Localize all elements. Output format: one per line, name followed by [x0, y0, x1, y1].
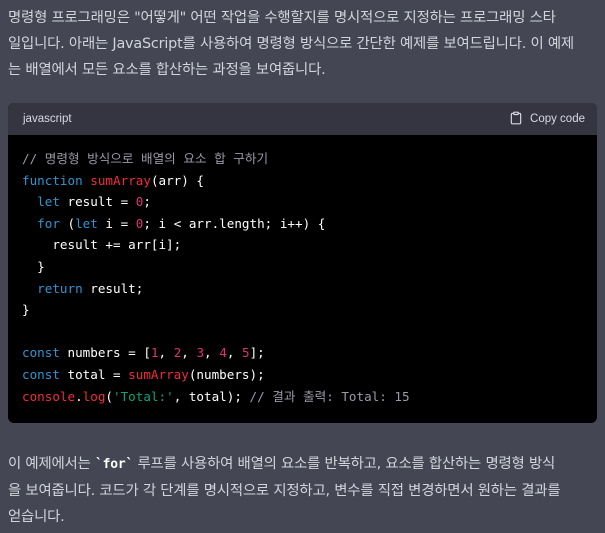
code-token: , total);	[173, 388, 250, 404]
code-line: result += arr[i];	[22, 234, 583, 256]
code-line: let result = 0;	[22, 191, 583, 213]
code-token: // 결과 출력: Total: 15	[249, 388, 410, 404]
outro-line-3: 얻습니다.	[8, 509, 65, 526]
code-token: function	[22, 172, 83, 188]
code-token: numbers = [	[59, 345, 151, 361]
code-token: 1	[150, 345, 159, 361]
copy-code-button[interactable]: Copy code	[509, 111, 585, 128]
message-content: 명령형 프로그래밍은 "어떻게" 어떤 작업을 수행할지를 명시적으로 지정하는…	[0, 0, 605, 530]
code-token: }	[22, 258, 45, 274]
outro-paragraph: 이 예제에서는 `for` 루프를 사용하여 배열의 요소를 반복하고, 요소를…	[8, 451, 597, 530]
code-token: result =	[59, 194, 136, 210]
code-line: for (let i = 0; i < arr.length; i++) {	[22, 213, 583, 235]
outro-line-2: 을 보여줍니다. 코드가 각 단계를 명시적으로 지정하고, 변수를 직접 변경…	[8, 483, 561, 500]
code-token: ,	[226, 345, 242, 361]
code-token: sumArray	[90, 172, 151, 188]
code-token: ,	[181, 345, 197, 361]
code-token: ];	[249, 345, 265, 361]
code-line: return result;	[22, 278, 583, 300]
code-line: console.log('Total:', total); // 결과 출력: …	[22, 386, 583, 408]
code-token: 4	[219, 345, 227, 361]
outro-line-1-pre: 이 예제에서는	[8, 456, 95, 473]
code-line: const numbers = [1, 2, 3, 4, 5];	[22, 342, 583, 364]
intro-line-1: 명령형 프로그래밍은 "어떻게" 어떤 작업을 수행할지를 명시적으로 지정하는…	[8, 10, 556, 26]
code-language-label: javascript	[23, 113, 72, 125]
code-token: ,	[158, 345, 174, 361]
copy-code-label: Copy code	[530, 113, 585, 125]
code-token: (arr) {	[150, 172, 205, 188]
intro-paragraph: 명령형 프로그래밍은 "어떻게" 어떤 작업을 수행할지를 명시적으로 지정하는…	[8, 5, 597, 83]
code-token: const	[22, 345, 60, 361]
intro-line-2: 일입니다. 아래는 JavaScript를 사용하여 명령형 방식으로 간단한 …	[8, 36, 574, 52]
code-token: 'Total:'	[113, 388, 174, 404]
code-token: (	[105, 388, 114, 404]
code-token: ,	[204, 345, 220, 361]
code-line: function sumArray(arr) {	[22, 170, 583, 192]
code-token: 3	[196, 345, 205, 361]
code-block: javascript Copy code // 명령형 방식으로 배열의 요소 …	[8, 103, 597, 424]
code-token: const	[22, 366, 60, 382]
code-token: result += arr[i];	[22, 237, 182, 253]
code-token: (numbers);	[188, 366, 265, 382]
inline-code-for: `for`	[95, 457, 134, 473]
code-token: // 명령형 방식으로 배열의 요소 합 구하기	[22, 151, 269, 166]
code-line: }	[22, 256, 583, 278]
code-token: return	[37, 280, 83, 296]
code-token: result;	[82, 280, 144, 296]
code-token: ; i < arr.length; i++) {	[143, 215, 326, 231]
code-token: sumArray	[128, 366, 189, 382]
code-token: let	[75, 215, 98, 231]
code-token: log	[82, 388, 106, 404]
code-line: }	[22, 299, 583, 321]
code-body: // 명령형 방식으로 배열의 요소 합 구하기 function sumArra…	[8, 135, 597, 423]
code-token: }	[22, 302, 30, 318]
code-token: (	[59, 215, 76, 231]
code-line: // 명령형 방식으로 배열의 요소 합 구하기	[22, 148, 583, 170]
intro-line-3: 는 배열에서 모든 요소를 합산하는 과정을 보여줍니다.	[8, 62, 326, 78]
code-token: ;	[143, 194, 151, 210]
code-token: console	[22, 388, 76, 404]
code-line: const total = sumArray(numbers);	[22, 364, 583, 386]
clipboard-icon	[509, 111, 523, 128]
outro-line-1-post: 루프를 사용하여 배열의 요소를 반복하고, 요소를 합산하는 명령형 방식	[133, 456, 556, 473]
code-token: total =	[59, 366, 129, 382]
code-token: 5	[241, 345, 250, 361]
code-token: i =	[97, 215, 136, 231]
code-token: let	[37, 194, 60, 210]
code-header: javascript Copy code	[8, 103, 597, 135]
code-token: .	[75, 388, 83, 404]
code-token: for	[37, 215, 60, 231]
